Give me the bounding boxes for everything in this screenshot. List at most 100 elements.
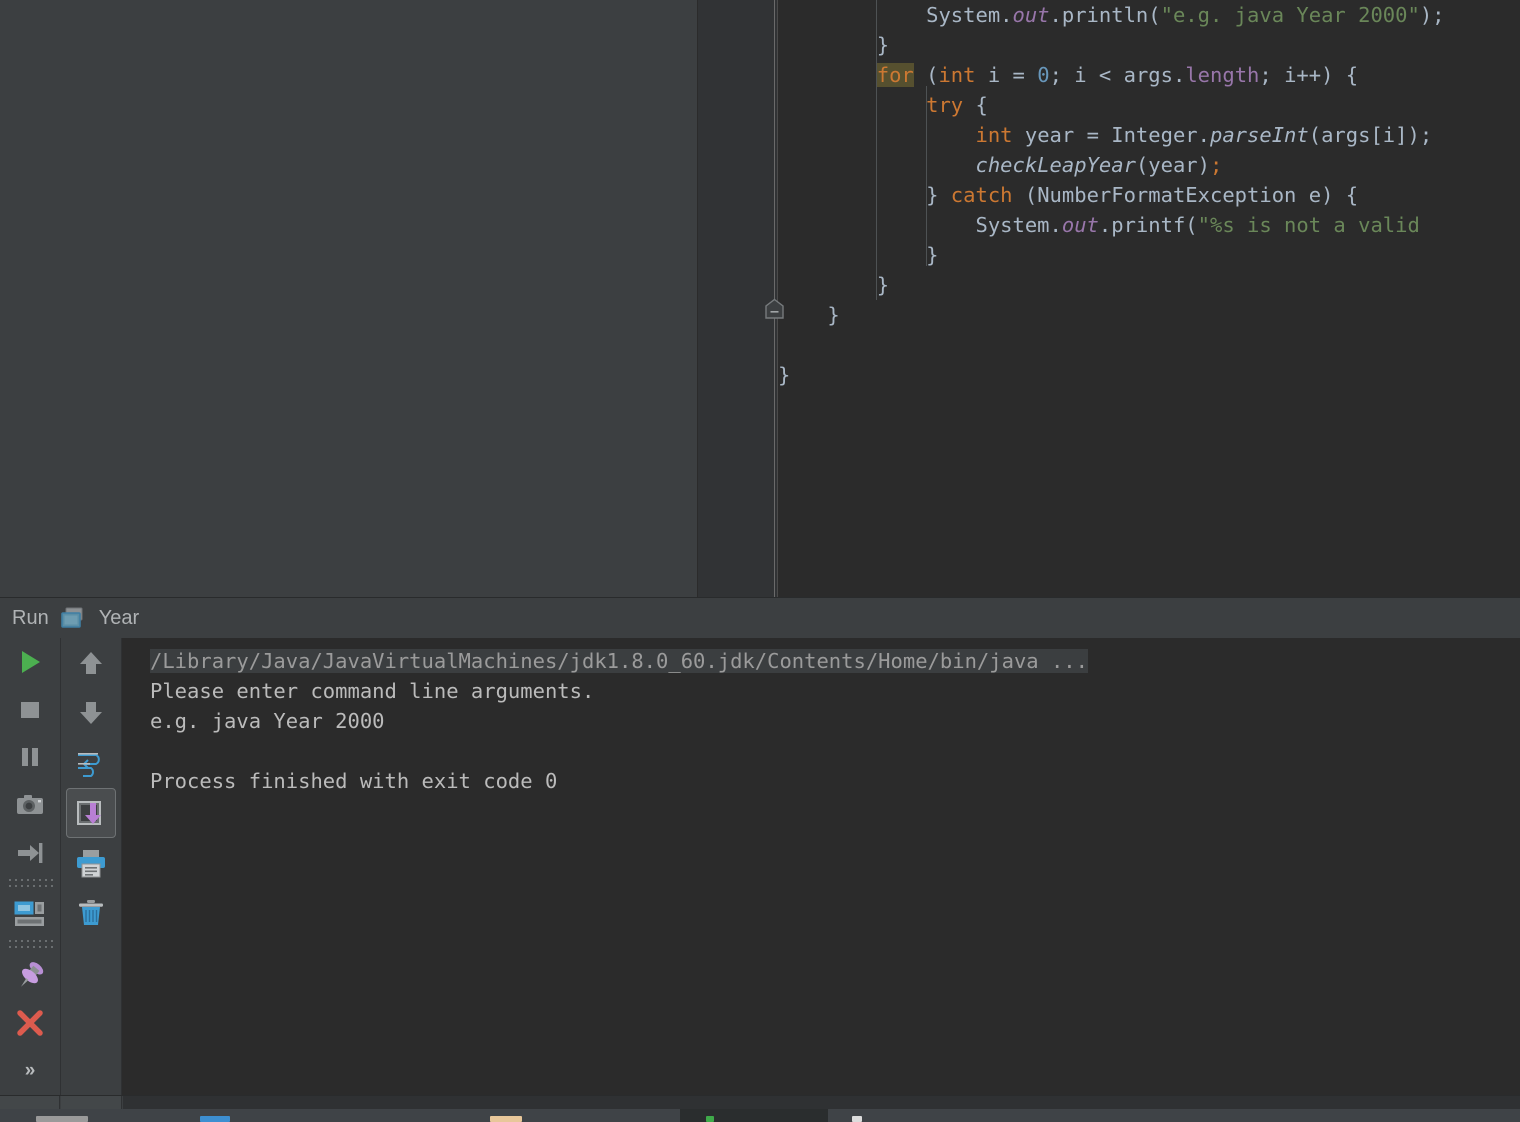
dump-threads-button[interactable]: [5, 781, 55, 829]
stop-square-icon: [21, 701, 39, 718]
layout-settings-button[interactable]: [5, 890, 55, 938]
os-dock-strip[interactable]: [0, 1109, 1520, 1122]
pause-icon: [22, 748, 38, 767]
ide-window: System.out.println("e.g. java Year 2000"…: [0, 0, 1520, 1122]
status-cell-mid[interactable]: [61, 1096, 122, 1110]
console-output[interactable]: /Library/Java/JavaVirtualMachines/jdk1.8…: [122, 638, 1520, 1095]
line-try: try {: [778, 90, 1520, 120]
dock-active-window[interactable]: [680, 1109, 828, 1122]
console-toolbar[interactable]: [61, 638, 121, 1095]
run-play-icon: [22, 650, 40, 673]
enter-arrow-icon: [18, 842, 43, 863]
dock-item-3[interactable]: [490, 1116, 522, 1122]
line-catch: } catch (NumberFormatException e) {: [778, 180, 1520, 210]
next-occurrence-button[interactable]: [66, 688, 116, 738]
code-token: System.: [778, 213, 1062, 237]
code-token: );: [1419, 3, 1445, 27]
console-line-text: Process finished with exit code 0: [150, 769, 558, 793]
toolbar-overflow-label: »: [24, 1060, 36, 1082]
line-close-brace-5: }: [778, 360, 1520, 390]
scroll-to-end-icon: [77, 801, 101, 825]
status-cell-left[interactable]: [0, 1096, 60, 1110]
soft-wrap-button[interactable]: [66, 738, 116, 788]
bottom-status-strip: [0, 1095, 1520, 1110]
code-token: }: [778, 243, 939, 267]
code-token: "e.g. java Year 2000": [1160, 3, 1420, 27]
code-token: (NumberFormatException e) {: [1012, 183, 1359, 207]
code-token: int: [938, 63, 976, 87]
code-token: (year): [1135, 153, 1210, 177]
run-tool-window-header[interactable]: Run Year: [0, 597, 1520, 638]
line-println: System.out.println("e.g. java Year 2000"…: [778, 0, 1520, 30]
code-token: .printf(: [1098, 213, 1198, 237]
run-tab-year[interactable]: Year: [99, 607, 139, 630]
scroll-to-end-button[interactable]: [66, 788, 116, 838]
clear-all-button[interactable]: [66, 888, 116, 938]
run-tool-window: Run Year » /Library/Java/JavaVirtualMach…: [0, 597, 1520, 1095]
code-token: out: [1061, 213, 1099, 237]
cmd-line: /Library/Java/JavaVirtualMachines/jdk1.8…: [150, 646, 1520, 676]
print-button[interactable]: [66, 838, 116, 888]
console-line-text: /Library/Java/JavaVirtualMachines/jdk1.8…: [150, 649, 1088, 673]
pin-tab-button[interactable]: [5, 952, 55, 1000]
close-x-icon: [17, 1010, 43, 1037]
run-left-toolbar[interactable]: »: [0, 638, 60, 1095]
stop-button[interactable]: [5, 686, 55, 734]
line-printf: System.out.printf("%s is not a valid: [778, 210, 1520, 240]
out-blank: [150, 736, 1520, 766]
status-strip-rest: [123, 1096, 1520, 1110]
code-token: parseInt: [1210, 123, 1309, 147]
out-line-1: Please enter command line arguments.: [150, 676, 1520, 706]
code-token: int: [975, 123, 1013, 147]
line-close-brace-3: }: [778, 270, 1520, 300]
code-token: try: [926, 93, 964, 117]
code-token: ; i++) {: [1259, 63, 1359, 87]
line-blank-1: [778, 330, 1520, 360]
code-token: i =: [975, 63, 1038, 87]
code-token: }: [778, 183, 951, 207]
toolbar-overflow-button[interactable]: »: [5, 1047, 55, 1095]
code-editor[interactable]: System.out.println("e.g. java Year 2000"…: [698, 0, 1520, 597]
pause-button[interactable]: [5, 734, 55, 782]
code-token: System.: [778, 3, 1013, 27]
toolbar-divider: [7, 878, 53, 889]
dock-item-4[interactable]: [706, 1116, 714, 1122]
console-window-icon: [60, 607, 87, 629]
dock-item-5[interactable]: [852, 1116, 862, 1122]
editor-area: System.out.println("e.g. java Year 2000"…: [0, 0, 1520, 597]
code-token: 0: [1037, 63, 1050, 87]
camera-icon: [17, 795, 43, 815]
code-token: ; i < args.: [1049, 63, 1186, 87]
line-close-brace-2: }: [778, 240, 1520, 270]
restore-layout-button[interactable]: [5, 829, 55, 877]
prev-occurrence-button[interactable]: [66, 638, 116, 688]
code-token: length: [1185, 63, 1260, 87]
line-close-brace-1: }: [778, 30, 1520, 60]
left-tool-panel[interactable]: [0, 0, 697, 597]
dock-item-2[interactable]: [200, 1116, 230, 1122]
code-token: (args[i]);: [1308, 123, 1433, 147]
console-line-text: e.g. java Year 2000: [150, 709, 385, 733]
rerun-button[interactable]: [5, 638, 55, 686]
layout-panels-icon: [14, 901, 44, 927]
code-token: "%s is not a valid: [1197, 213, 1420, 237]
code-token: year = Integer.: [1012, 123, 1210, 147]
code-text[interactable]: System.out.println("e.g. java Year 2000"…: [778, 0, 1520, 597]
printer-icon: [77, 850, 105, 878]
console-line-text: Please enter command line arguments.: [150, 679, 595, 703]
code-token: }: [778, 303, 840, 327]
line-close-brace-4: }: [778, 300, 1520, 330]
close-button[interactable]: [5, 999, 55, 1047]
code-token: }: [778, 273, 890, 297]
line-for: for (int i = 0; i < args.length; i++) {: [778, 60, 1520, 90]
dock-item-1[interactable]: [36, 1116, 88, 1122]
out-line-2: e.g. java Year 2000: [150, 706, 1520, 736]
run-window-body: » /Library/Java/JavaVirtualMachines/jdk1…: [0, 638, 1520, 1095]
code-token: ;: [1210, 153, 1223, 177]
arrow-down-icon: [80, 702, 102, 724]
code-token: (: [913, 63, 939, 87]
